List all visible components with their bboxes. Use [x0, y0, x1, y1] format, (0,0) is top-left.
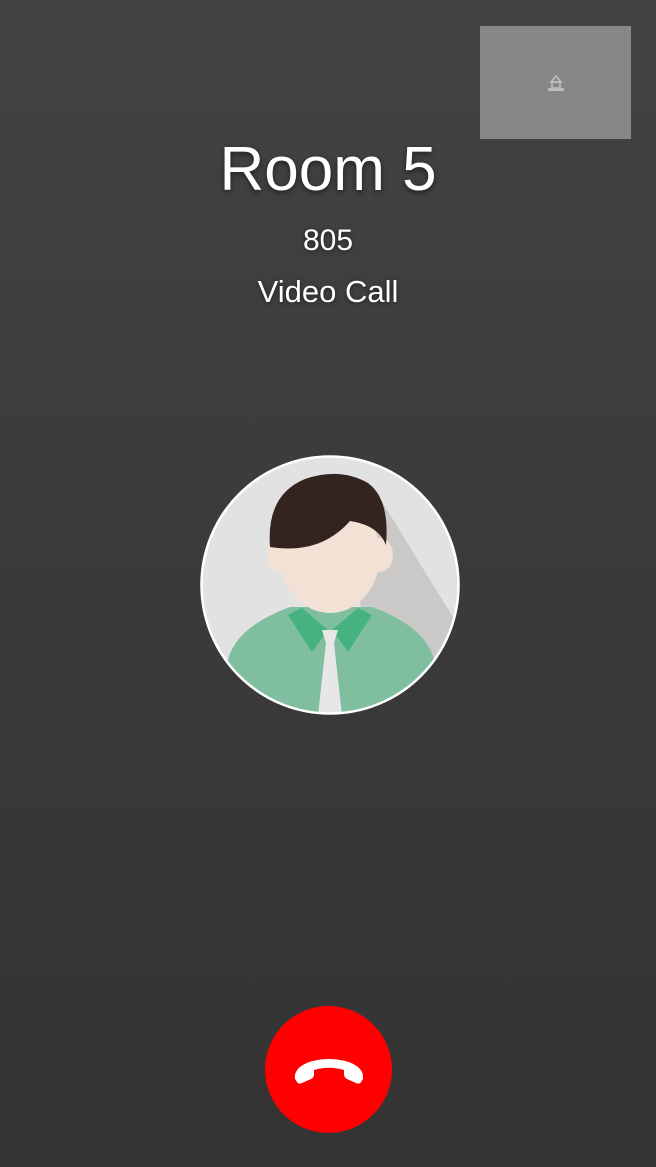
caller-avatar	[200, 455, 460, 715]
phone-hangup-icon	[294, 1058, 363, 1084]
end-call-button[interactable]	[265, 1006, 392, 1133]
call-type-label: Video Call	[257, 274, 399, 309]
video-call-screen: Room 5 805 Video Call	[0, 0, 656, 1167]
camera-placeholder-icon	[547, 74, 564, 91]
person-avatar-icon	[200, 455, 460, 715]
caller-name: Room 5	[219, 135, 437, 204]
caller-number: 805	[302, 224, 354, 257]
self-video-preview[interactable]	[480, 26, 631, 139]
